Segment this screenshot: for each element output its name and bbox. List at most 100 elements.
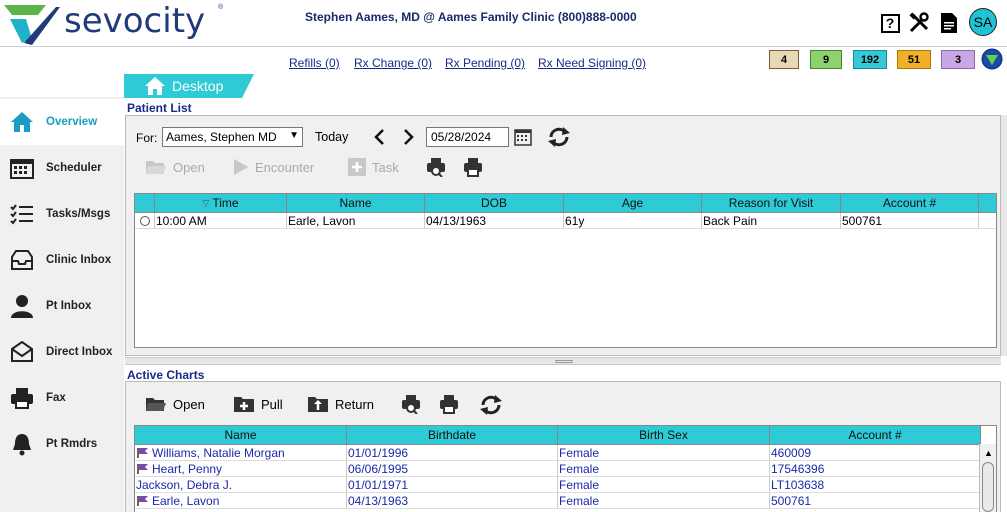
help-icon[interactable]: ? <box>879 12 901 34</box>
scrollbar-thumb[interactable] <box>982 462 994 512</box>
patient-list-table: ▽ Time Name DOB Age Reason for Visit Acc… <box>134 193 997 348</box>
cell-birthdate: 04/13/1963 <box>347 493 558 509</box>
column-header-account[interactable]: Account # <box>841 194 979 212</box>
sidebar-item-label: Clinic Inbox <box>46 254 112 266</box>
task-button[interactable]: Task <box>348 158 399 176</box>
print-preview-icon[interactable] <box>401 394 421 414</box>
scroll-up-icon[interactable]: ▲ <box>984 448 993 458</box>
play-icon <box>233 158 249 176</box>
fax-queue-badge[interactable]: 4 <box>769 50 799 69</box>
globe-icon[interactable] <box>981 48 1003 70</box>
refills-link[interactable]: Refills (0) <box>289 56 340 70</box>
cell-name: Heart, Penny <box>135 461 347 477</box>
print-icon[interactable] <box>463 157 483 177</box>
sidebar-item-label: Direct Inbox <box>46 346 113 358</box>
column-header-label: Name <box>339 196 372 210</box>
return-folder-icon <box>307 395 329 413</box>
chart-open-button[interactable]: Open <box>145 395 205 413</box>
table-header: ▽ Time Name DOB Age Reason for Visit Acc… <box>135 194 996 213</box>
provider-select-value: Aames, Stephen MD <box>166 130 277 144</box>
sidebar-item-pt-inbox[interactable]: Pt Inbox <box>0 283 124 329</box>
column-header-birth-sex[interactable]: Birth Sex <box>558 426 770 444</box>
table-row[interactable]: Jackson, Debra J. 01/01/1971 Female LT10… <box>135 477 981 493</box>
column-header-name[interactable]: Name <box>287 194 425 212</box>
row-select-radio[interactable] <box>135 213 155 229</box>
tab-desktop[interactable]: Desktop <box>124 74 254 98</box>
folder-icon <box>145 158 167 176</box>
refresh-icon[interactable] <box>478 393 504 417</box>
document-icon[interactable] <box>938 12 960 34</box>
table-row[interactable]: Williams, Natalie Morgan 01/01/1996 Fema… <box>135 445 981 461</box>
today-button[interactable]: Today <box>315 130 348 144</box>
cell-birthdate: 01/01/1971 <box>347 477 558 493</box>
open-button[interactable]: Open <box>145 158 205 176</box>
column-header-label: Account # <box>848 428 902 442</box>
cell-reason: Back Pain <box>702 213 841 229</box>
sidebar-item-fax[interactable]: Fax <box>0 375 124 421</box>
tab-label: Desktop <box>172 78 224 94</box>
patient-list-scrollbar[interactable] <box>1001 115 1007 356</box>
previous-day-button[interactable] <box>372 127 388 147</box>
sidebar-item-tasks-msgs[interactable]: Tasks/Msgs <box>0 191 124 237</box>
add-icon <box>348 158 366 176</box>
column-header-birthdate[interactable]: Birthdate <box>347 426 558 444</box>
panel-splitter[interactable] <box>125 357 1001 365</box>
dropdown-arrow-icon: ▼ <box>289 130 299 141</box>
cell-account: LT103638 <box>770 477 981 493</box>
cell-dob: 04/13/1963 <box>425 213 564 229</box>
active-charts-scrollbar[interactable]: ▲ <box>979 444 996 512</box>
refresh-icon[interactable] <box>546 125 572 149</box>
column-header-label: Birth Sex <box>639 428 688 442</box>
return-button[interactable]: Return <box>307 395 374 413</box>
sidebar-item-label: Fax <box>46 392 66 404</box>
cell-age: 61y <box>564 213 702 229</box>
sidebar-item-scheduler[interactable]: Scheduler <box>0 145 124 191</box>
tasks-badge[interactable]: 192 <box>853 50 887 69</box>
user-avatar[interactable]: SA <box>969 8 997 36</box>
column-header-label: DOB <box>480 196 507 210</box>
inbox-icon <box>10 248 34 272</box>
sidebar-item-pt-rmdrs[interactable]: Pt Rmdrs <box>0 421 124 467</box>
sidebar-item-label: Overview <box>46 116 98 128</box>
sidebar-item-direct-inbox[interactable]: Direct Inbox <box>0 329 124 375</box>
sidebar-item-label: Tasks/Msgs <box>46 208 111 220</box>
encounter-button[interactable]: Encounter <box>233 158 314 176</box>
cell-name: Williams, Natalie Morgan <box>135 445 347 461</box>
flag-icon <box>137 496 148 506</box>
sidebar-item-label: Pt Rmdrs <box>46 438 98 450</box>
date-input[interactable]: 05/28/2024 <box>426 127 509 147</box>
messages-badge[interactable]: 9 <box>810 50 842 69</box>
table-row[interactable]: 10:00 AM Earle, Lavon 04/13/1963 61y Bac… <box>135 213 996 229</box>
print-icon[interactable] <box>439 394 459 414</box>
home-icon <box>145 77 165 95</box>
cell-spacer <box>979 213 996 229</box>
rx-need-signing-link[interactable]: Rx Need Signing (0) <box>538 56 646 70</box>
patient-list-title: Patient List <box>127 101 192 115</box>
column-header-reason[interactable]: Reason for Visit <box>702 194 841 212</box>
tools-icon[interactable] <box>908 12 930 34</box>
column-header-account[interactable]: Account # <box>770 426 981 444</box>
open-label: Open <box>173 159 205 175</box>
calendar-picker-icon[interactable] <box>514 128 532 146</box>
column-header-dob[interactable]: DOB <box>425 194 564 212</box>
inbox-badge[interactable]: 51 <box>897 50 931 69</box>
direct-badge[interactable]: 3 <box>941 50 975 69</box>
rx-pending-link[interactable]: Rx Pending (0) <box>445 56 525 70</box>
print-preview-icon[interactable] <box>426 157 446 177</box>
next-day-button[interactable] <box>400 127 416 147</box>
sidebar-item-clinic-inbox[interactable]: Clinic Inbox <box>0 237 124 283</box>
pull-button[interactable]: Pull <box>233 395 283 413</box>
provider-select[interactable]: Aames, Stephen MD ▼ <box>162 127 303 147</box>
column-header-time[interactable]: ▽ Time <box>155 194 287 212</box>
envelope-icon <box>10 340 34 364</box>
column-header-name[interactable]: Name <box>135 426 347 444</box>
table-row[interactable]: Heart, Penny 06/06/1995 Female 17546396 <box>135 461 981 477</box>
rx-change-link[interactable]: Rx Change (0) <box>354 56 432 70</box>
chart-name: Earle, Lavon <box>152 494 220 508</box>
badge-count: 192 <box>860 53 880 66</box>
sidebar-item-overview[interactable]: Overview <box>0 99 124 145</box>
column-header-age[interactable]: Age <box>564 194 702 212</box>
logo-mark-icon <box>4 5 60 45</box>
table-row[interactable]: Earle, Lavon 04/13/1963 Female 500761 <box>135 493 981 509</box>
cell-account: 500761 <box>841 213 979 229</box>
